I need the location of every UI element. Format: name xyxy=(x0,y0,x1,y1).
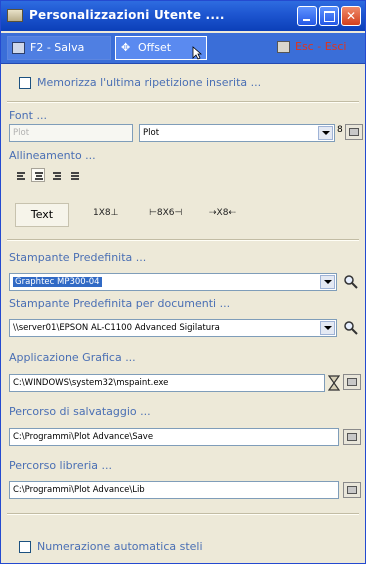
text-mode-button[interactable]: Text xyxy=(15,203,69,227)
mouse-cursor-icon xyxy=(192,46,202,60)
graphics-app-field[interactable]: C:\WINDOWS\system32\mspaint.exe xyxy=(9,374,325,392)
app-icon xyxy=(7,9,23,22)
close-button[interactable]: ✕ xyxy=(341,6,361,26)
toolbar: F2 - Salva ✥ Offset Esc - Esci xyxy=(1,33,365,64)
align-right-button[interactable] xyxy=(49,168,63,182)
library-path-header: Percorso libreria ... xyxy=(9,459,112,472)
font-settings-button[interactable] xyxy=(345,124,363,140)
default-printer-value: Graphtec MP300-04 xyxy=(13,277,102,287)
browse-library-path-button[interactable] xyxy=(343,482,361,498)
default-printer-select[interactable]: Graphtec MP300-04 xyxy=(9,273,337,291)
divider xyxy=(7,513,359,515)
default-printer-dropdown-button[interactable] xyxy=(320,275,335,289)
magnifier-icon[interactable] xyxy=(343,320,359,336)
save-path-value: C:\Programmi\Plot Advance\Save xyxy=(13,432,154,442)
dimension-option-3[interactable]: ⇢X8⇠ xyxy=(209,208,236,218)
align-justify-button[interactable] xyxy=(67,168,81,182)
font-name-select[interactable]: Plot xyxy=(139,124,335,142)
minimize-button[interactable] xyxy=(297,6,317,26)
browse-save-path-button[interactable] xyxy=(343,429,361,445)
graphics-app-value: C:\WINDOWS\system32\mspaint.exe xyxy=(13,378,169,388)
save-button-label: F2 - Salva xyxy=(30,41,85,54)
save-path-field[interactable]: C:\Programmi\Plot Advance\Save xyxy=(9,428,339,446)
document-printer-header: Stampante Predefinita per documenti ... xyxy=(9,297,231,310)
settings-window: Personalizzazioni Utente .... ✕ F2 - Sal… xyxy=(0,0,366,564)
save-path-header: Percorso di salvataggio ... xyxy=(9,405,151,418)
font-header: Font ... xyxy=(9,109,47,122)
hourglass-icon[interactable] xyxy=(328,375,340,391)
document-printer-select[interactable]: \\server01\EPSON AL-C1100 Advanced Sigil… xyxy=(9,319,337,337)
remember-last-repeat-checkbox[interactable] xyxy=(19,77,31,89)
align-center-button[interactable] xyxy=(31,168,45,182)
save-button[interactable]: F2 - Salva xyxy=(7,36,111,60)
divider xyxy=(7,239,359,241)
auto-numbering-checkbox[interactable] xyxy=(19,541,31,553)
offset-icon: ✥ xyxy=(121,41,131,54)
exit-icon xyxy=(277,41,290,53)
font-size-value: 8 xyxy=(337,125,343,135)
maximize-button[interactable] xyxy=(319,6,339,26)
document-printer-value: \\server01\EPSON AL-C1100 Advanced Sigil… xyxy=(13,323,220,333)
default-printer-header: Stampante Predefinita ... xyxy=(9,251,147,264)
document-printer-dropdown-button[interactable] xyxy=(320,321,335,335)
divider xyxy=(7,101,359,103)
auto-numbering-label: Numerazione automatica steli xyxy=(37,540,203,553)
floppy-icon xyxy=(12,42,25,54)
window-title: Personalizzazioni Utente .... xyxy=(29,8,225,22)
remember-last-repeat-label: Memorizza l'ultima ripetizione inserita … xyxy=(37,76,262,89)
font-preview-field: Plot xyxy=(9,124,133,142)
graphics-app-header: Applicazione Grafica ... xyxy=(9,351,136,364)
alignment-header: Allineamento ... xyxy=(9,149,96,162)
align-left-button[interactable] xyxy=(13,168,27,182)
title-bar[interactable]: Personalizzazioni Utente .... ✕ xyxy=(1,1,365,31)
exit-button-label: Esc - Esci xyxy=(295,40,347,53)
offset-button-label: Offset xyxy=(138,41,172,54)
font-preview-value: Plot xyxy=(13,128,30,138)
magnifier-icon[interactable] xyxy=(343,274,359,290)
font-dropdown-button[interactable] xyxy=(318,126,333,140)
dimension-option-2[interactable]: ⊢8X6⊣ xyxy=(149,208,182,218)
browse-graphics-app-button[interactable] xyxy=(343,374,361,390)
font-name-value: Plot xyxy=(143,128,160,138)
library-path-value: C:\Programmi\Plot Advance\Lib xyxy=(13,485,145,495)
library-path-field[interactable]: C:\Programmi\Plot Advance\Lib xyxy=(9,481,339,499)
dimension-option-1[interactable]: 1X8⊥ xyxy=(93,208,118,218)
exit-button[interactable]: Esc - Esci xyxy=(273,36,361,60)
